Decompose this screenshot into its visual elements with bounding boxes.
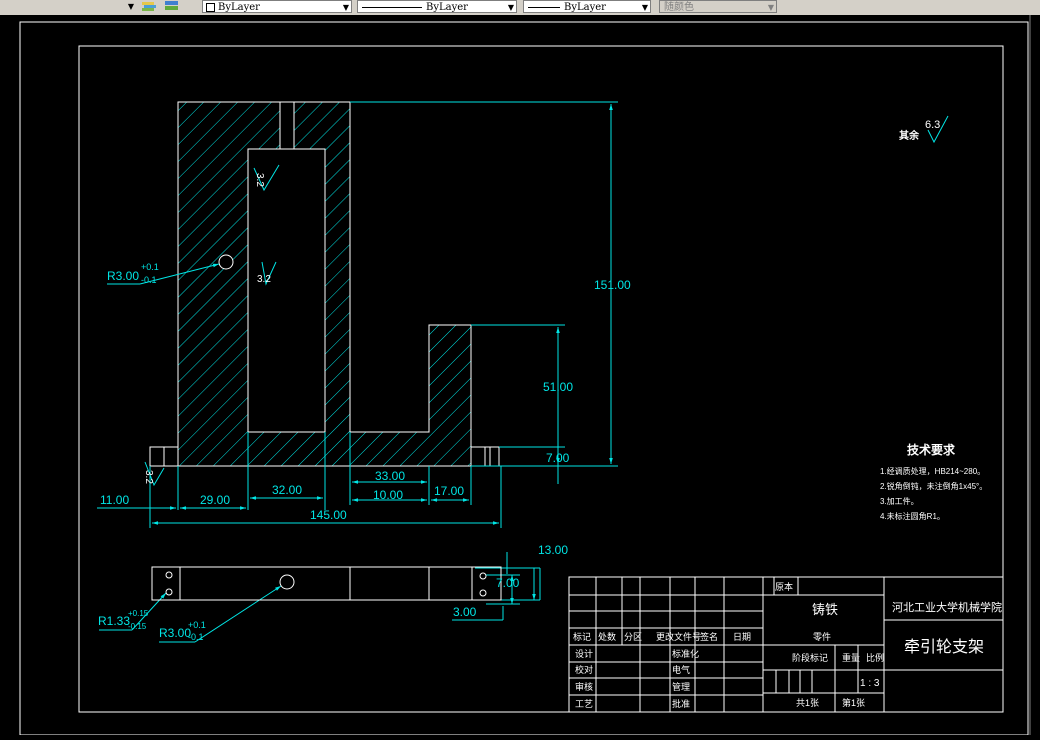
rough-1: 3.2 bbox=[254, 173, 265, 187]
tb-material: 铸铁 bbox=[812, 602, 838, 617]
tb-row-date: 日期 bbox=[733, 632, 751, 642]
dim-145: 145.00 bbox=[310, 508, 347, 522]
tb-weight-label: 重量 bbox=[842, 652, 860, 663]
tb-sheets: 共1张 bbox=[796, 698, 819, 708]
tb-material-header: 原本 bbox=[775, 581, 793, 592]
rest-value: 6.3 bbox=[925, 119, 940, 131]
plotstyle-select[interactable]: 随颜色 ▼ bbox=[659, 0, 777, 13]
chevron-down-icon[interactable]: ▼ bbox=[343, 1, 349, 12]
annot-r133-plus: +0.15 bbox=[128, 609, 149, 618]
tb-scale: 1 : 3 bbox=[860, 678, 880, 689]
annot-r3-top-plus: +0.1 bbox=[141, 262, 159, 272]
rest-label: 其余 bbox=[899, 129, 920, 142]
chevron-down-icon[interactable]: ▼ bbox=[768, 1, 774, 12]
slot bbox=[279, 101, 295, 150]
dim-151: 151.00 bbox=[594, 278, 631, 292]
lineweight-select-label: ByLayer bbox=[564, 2, 606, 13]
tech-item-1: 1.经调质处理，HB214~280。 bbox=[880, 466, 985, 476]
tech-title: 技术要求 bbox=[907, 442, 956, 457]
linetype-select[interactable]: ByLayer ▼ bbox=[357, 0, 517, 13]
annot-r3-bottom-minus: -0.1 bbox=[188, 632, 204, 642]
lineweight-sample bbox=[528, 7, 560, 8]
layer-stack-icon[interactable] bbox=[140, 0, 158, 13]
chevron-down-icon[interactable]: ▼ bbox=[508, 1, 514, 12]
tech-item-2: 2.锐角倒钝，未注倒角1x45°。 bbox=[880, 481, 987, 491]
annot-r3-top: R3.00 bbox=[107, 269, 139, 283]
dim-51: 51.00 bbox=[543, 380, 573, 394]
lineweight-select[interactable]: ByLayer ▼ bbox=[523, 0, 651, 13]
dim-33: 33.00 bbox=[375, 469, 405, 483]
tb-school: 河北工业大学机械学院 bbox=[892, 600, 1002, 614]
tb-row-sign: 签名 bbox=[700, 631, 718, 642]
rough-3: 3.2 bbox=[143, 470, 154, 484]
chevron-down-icon[interactable]: ▼ bbox=[642, 1, 648, 12]
dim-11: 11.00 bbox=[100, 493, 129, 507]
tb-approve: 批准 bbox=[672, 698, 690, 709]
tb-part-sub: 零件 bbox=[813, 631, 831, 642]
tb-designer: 设计 bbox=[575, 648, 593, 659]
tech-item-4: 4.未标注圆角R1。 bbox=[880, 511, 945, 521]
tb-review: 审核 bbox=[575, 681, 593, 692]
dim-7: 7.00 bbox=[546, 451, 570, 465]
tb-row-doc: 更改文件号 bbox=[656, 631, 701, 642]
tb-elec: 电气 bbox=[672, 664, 690, 675]
tb-process: 工艺 bbox=[575, 699, 593, 709]
tb-std: 标准化 bbox=[672, 648, 699, 659]
annot-r3-bottom: R3.00 bbox=[159, 626, 191, 640]
plotstyle-select-label: 随颜色 bbox=[664, 2, 694, 13]
tb-stage-label: 阶段标记 bbox=[792, 652, 828, 663]
layer-dropdown-tail[interactable]: ▼ bbox=[0, 0, 136, 13]
tb-scale-label: 比例 bbox=[866, 652, 884, 663]
rough-2: 3.2 bbox=[257, 274, 271, 285]
linetype-sample bbox=[362, 7, 422, 8]
dim-10: 10.00 bbox=[373, 488, 403, 502]
properties-toolbar: ▼ ByLayer ▼ ByLayer ▼ ByLayer ▼ 随颜色 ▼ bbox=[0, 0, 1040, 16]
layer-select[interactable]: ByLayer ▼ bbox=[202, 0, 352, 13]
annot-r3-bottom-plus: +0.1 bbox=[188, 620, 206, 630]
tech-item-3: 3.加工件。 bbox=[880, 496, 919, 506]
tb-mgr: 管理 bbox=[672, 681, 690, 692]
dim-3: 3.00 bbox=[453, 605, 477, 619]
dim-7b: 7.00 bbox=[496, 576, 520, 590]
dim-32: 32.00 bbox=[272, 483, 302, 497]
annot-r133: R1.33 bbox=[98, 614, 130, 628]
drawing-canvas[interactable]: 151.00 51.00 7.00 11.00 29.00 32.00 33.0… bbox=[0, 15, 1040, 736]
tb-row-zone: 分区 bbox=[624, 632, 642, 642]
tb-row-count: 处数 bbox=[598, 631, 616, 642]
pin-hole bbox=[218, 254, 234, 270]
annot-r3-top-minus: -0.1 bbox=[141, 275, 157, 285]
tb-check: 校对 bbox=[575, 664, 593, 675]
chevron-down-icon[interactable]: ▼ bbox=[128, 0, 134, 13]
dim-17: 17.00 bbox=[434, 484, 464, 498]
dim-13: 13.00 bbox=[538, 543, 568, 557]
linetype-select-label: ByLayer bbox=[426, 2, 468, 13]
color-swatch-icon bbox=[206, 3, 215, 12]
layer-select-label: ByLayer bbox=[218, 2, 260, 13]
tb-sheet: 第1张 bbox=[842, 697, 865, 708]
layer-match-icon[interactable] bbox=[163, 0, 181, 13]
tb-part-name: 牵引轮支架 bbox=[904, 638, 984, 656]
tb-row-mark: 标记 bbox=[573, 631, 591, 642]
dim-29: 29.00 bbox=[200, 493, 230, 507]
annot-r133-minus: -0.15 bbox=[128, 622, 147, 631]
